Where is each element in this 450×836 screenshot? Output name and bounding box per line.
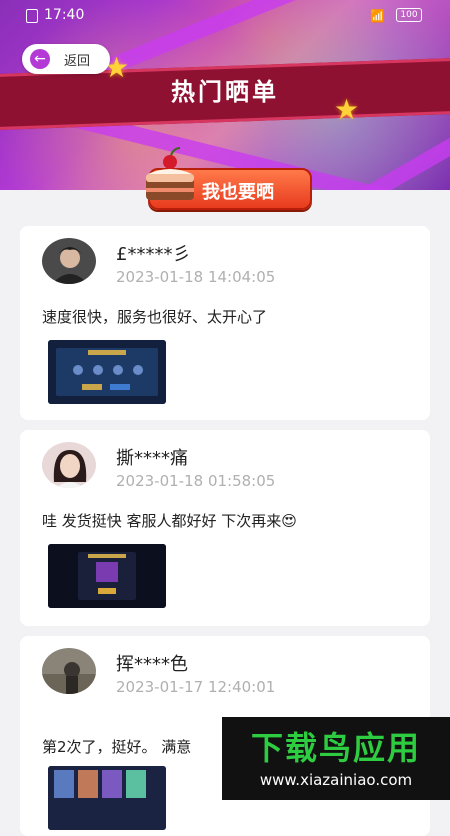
post-image[interactable] (48, 340, 166, 404)
share-button-label: 我也要晒 (202, 182, 274, 203)
back-arrow-icon: ← (30, 49, 50, 69)
avatar (42, 442, 96, 488)
post-comment: 第2次了，挺好。 满意 (42, 738, 192, 756)
post-timestamp: 2023-01-18 01:58:05 (116, 472, 276, 490)
post-list[interactable]: £*****彡 2023-01-18 14:04:05 速度很快，服务也很好、太… (0, 190, 450, 836)
avatar (42, 238, 96, 284)
post-comment: 哇 发货挺快 客服人都好好 下次再来😍 (42, 512, 297, 530)
status-bar: 17:40 📶 100 (0, 0, 450, 30)
cake-icon (140, 146, 200, 206)
post-card: 撕****痛 2023-01-18 01:58:05 哇 发货挺快 客服人都好好… (20, 430, 430, 626)
watermark-url: www.xiazainiao.com (259, 771, 413, 789)
watermark-banner: 下载鸟应用 www.xiazainiao.com (222, 717, 450, 800)
post-comment: 速度很快，服务也很好、太开心了 (42, 308, 268, 326)
status-time: 17:40 (44, 7, 85, 23)
battery-icon: 100 (396, 8, 422, 22)
watermark-title: 下载鸟应用 (250, 729, 421, 767)
sim-icon (26, 9, 38, 23)
wifi-icon: 📶 (370, 9, 385, 23)
back-button[interactable]: ← 返回 (22, 44, 110, 74)
back-button-label: 返回 (64, 54, 91, 69)
post-username: 挥****色 (116, 654, 188, 675)
post-image[interactable] (48, 544, 166, 608)
post-username: 撕****痛 (116, 448, 188, 469)
page-title: 热门晒单 (171, 78, 279, 106)
star-icon: ★ (334, 93, 360, 126)
post-image[interactable] (48, 766, 166, 830)
post-username: £*****彡 (116, 244, 191, 265)
post-card: £*****彡 2023-01-18 14:04:05 速度很快，服务也很好、太… (20, 226, 430, 420)
avatar (42, 648, 96, 694)
post-timestamp: 2023-01-18 14:04:05 (116, 268, 276, 286)
post-timestamp: 2023-01-17 12:40:01 (116, 678, 276, 696)
